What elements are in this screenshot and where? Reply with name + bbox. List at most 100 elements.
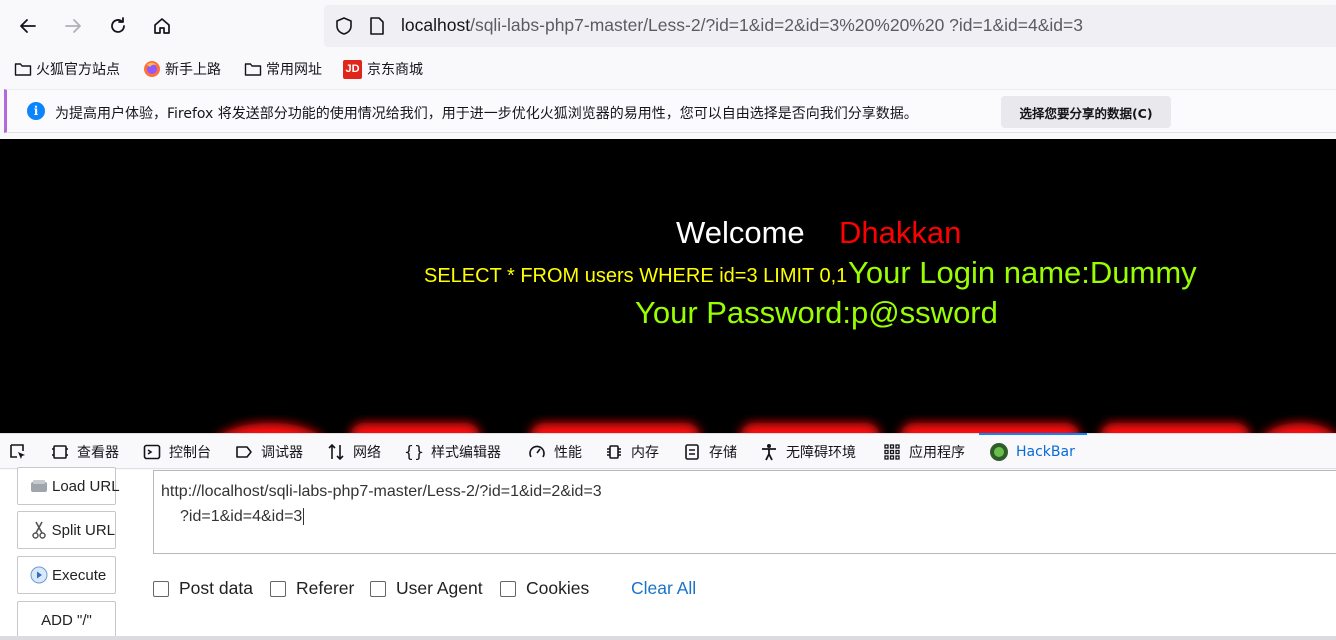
- tab-label: 内存: [631, 444, 659, 461]
- login-name-text: Your Login name:Dummy: [848, 255, 1197, 290]
- button-label: ADD "/": [41, 611, 92, 629]
- welcome-name: Dhakkan: [839, 215, 962, 250]
- tab-application[interactable]: 应用程序: [882, 434, 965, 469]
- play-icon: [30, 566, 48, 584]
- clear-all-link[interactable]: Clear All: [631, 578, 696, 599]
- tab-debugger[interactable]: 调试器: [234, 434, 303, 469]
- devtools-toolbar: 查看器 控制台 调试器 网络 {} 样式编辑器 性能 内存 存储 无障碍环境 应…: [0, 433, 1336, 469]
- user-agent-checkbox[interactable]: User Agent: [370, 578, 483, 599]
- storage-icon: [682, 442, 702, 462]
- checkbox-label: Post data: [179, 578, 253, 598]
- url-line-1: http://localhost/sqli-labs-php7-master/L…: [161, 483, 602, 500]
- firefox-icon: [144, 61, 160, 77]
- tab-storage[interactable]: 存储: [682, 434, 737, 469]
- checkbox-label: User Agent: [396, 578, 483, 598]
- console-icon: [142, 442, 162, 462]
- bottom-border: [0, 636, 1336, 640]
- page-content: Welcome Dhakkan SELECT * FROM users WHER…: [0, 139, 1336, 433]
- picker-icon: [10, 443, 25, 459]
- split-url-button[interactable]: Split URL: [17, 511, 116, 549]
- welcome-text: Welcome: [676, 215, 805, 250]
- tab-style-editor[interactable]: {} 样式编辑器: [404, 434, 501, 469]
- url-host: localhost: [401, 15, 471, 35]
- tab-accessibility[interactable]: 无障碍环境: [759, 434, 856, 469]
- bookmark-label: 新手上路: [165, 62, 221, 78]
- bookmark-getting-started[interactable]: 新手上路: [143, 58, 221, 80]
- tab-label: 样式编辑器: [431, 444, 501, 461]
- checkbox-box[interactable]: [153, 580, 169, 597]
- performance-icon: [527, 442, 547, 462]
- tab-label: 性能: [554, 444, 582, 461]
- forward-arrow-icon: [65, 19, 81, 33]
- tab-label: 网络: [353, 444, 381, 461]
- forward-button[interactable]: [55, 8, 91, 44]
- notification-bar: i 为提高用户体验，Firefox 将发送部分功能的使用情况给我们，用于进一步优…: [4, 89, 1336, 133]
- banner-logo-image: [223, 423, 1334, 433]
- hackbar-panel: Load URL Split URL Execute ADD "/" http:…: [0, 467, 1336, 640]
- tab-label: 查看器: [77, 444, 119, 461]
- tab-network[interactable]: 网络: [326, 434, 381, 469]
- folder-icon: [14, 63, 32, 76]
- tab-label: 应用程序: [909, 444, 965, 461]
- element-picker-button[interactable]: [8, 434, 28, 469]
- info-icon: i: [27, 102, 45, 120]
- jd-icon: JD: [343, 59, 362, 79]
- home-icon: [154, 18, 170, 34]
- tab-label: 无障碍环境: [786, 444, 856, 461]
- checkbox-label: Cookies: [526, 578, 590, 598]
- tab-label: HackBar: [1016, 443, 1075, 460]
- add-slash-button[interactable]: ADD "/": [17, 601, 116, 639]
- grid-icon: [882, 442, 902, 462]
- bookmark-firefox-official[interactable]: 火狐官方站点: [14, 58, 120, 80]
- network-icon: [326, 442, 346, 462]
- back-button[interactable]: [10, 8, 46, 44]
- tab-console[interactable]: 控制台: [142, 434, 211, 469]
- button-label: Load URL: [52, 477, 120, 495]
- accessibility-icon: [759, 442, 779, 462]
- tab-memory[interactable]: 内存: [604, 434, 659, 469]
- referer-checkbox[interactable]: Referer: [270, 578, 354, 599]
- url-text[interactable]: localhost/sqli-labs-php7-master/Less-2/?…: [401, 15, 1083, 36]
- button-label: Split URL: [51, 521, 115, 539]
- execute-button[interactable]: Execute: [17, 556, 116, 594]
- tab-label: 控制台: [169, 444, 211, 461]
- sql-query-text: SELECT * FROM users WHERE id=3 LIMIT 0,1: [424, 265, 848, 287]
- checkbox-box[interactable]: [270, 580, 286, 597]
- bookmark-common-sites[interactable]: 常用网址: [244, 58, 322, 80]
- braces-icon: {}: [403, 442, 425, 461]
- browser-toolbar: localhost/sqli-labs-php7-master/Less-2/?…: [0, 0, 1336, 52]
- tab-hackbar[interactable]: HackBar: [979, 433, 1087, 469]
- bookmark-jd[interactable]: JD 京东商城: [343, 58, 423, 80]
- home-button[interactable]: [144, 8, 180, 44]
- checkbox-box[interactable]: [500, 580, 516, 597]
- tab-label: 调试器: [261, 444, 303, 461]
- button-label: Execute: [52, 566, 107, 584]
- password-text: Your Password:p@ssword: [635, 295, 998, 330]
- post-data-checkbox[interactable]: Post data: [153, 578, 253, 599]
- bookmarks-toolbar: 火狐官方站点 新手上路 常用网址 JD 京东商城: [0, 52, 1336, 86]
- memory-icon: [604, 442, 624, 462]
- inspector-icon: [50, 442, 70, 462]
- cookies-checkbox[interactable]: Cookies: [500, 578, 589, 599]
- load-url-button[interactable]: Load URL: [17, 467, 120, 505]
- shield-icon[interactable]: [334, 16, 354, 36]
- folder-icon: [244, 63, 262, 76]
- hackbar-url-textarea[interactable]: http://localhost/sqli-labs-php7-master/L…: [153, 470, 1336, 554]
- scissors-icon: [30, 521, 48, 539]
- back-arrow-icon: [20, 19, 36, 33]
- bookmark-label: 常用网址: [266, 62, 322, 78]
- url-bar[interactable]: localhost/sqli-labs-php7-master/Less-2/?…: [324, 5, 1336, 47]
- hackbar-icon: [989, 442, 1009, 462]
- reload-button[interactable]: [100, 8, 136, 44]
- tab-performance[interactable]: 性能: [527, 434, 582, 469]
- tab-inspector[interactable]: 查看器: [50, 434, 119, 469]
- choose-data-button[interactable]: 选择您要分享的数据(C): [1001, 96, 1171, 128]
- bookmark-label: 火狐官方站点: [36, 62, 120, 78]
- checkbox-box[interactable]: [370, 580, 386, 597]
- debugger-icon: [234, 442, 254, 462]
- notification-text: 为提高用户体验，Firefox 将发送部分功能的使用情况给我们，用于进一步优化火…: [55, 106, 918, 122]
- page-icon[interactable]: [368, 16, 386, 36]
- reload-icon: [111, 17, 125, 33]
- tab-label: 存储: [709, 444, 737, 461]
- url-path: /sqli-labs-php7-master/Less-2/?id=1&id=2…: [470, 15, 1083, 35]
